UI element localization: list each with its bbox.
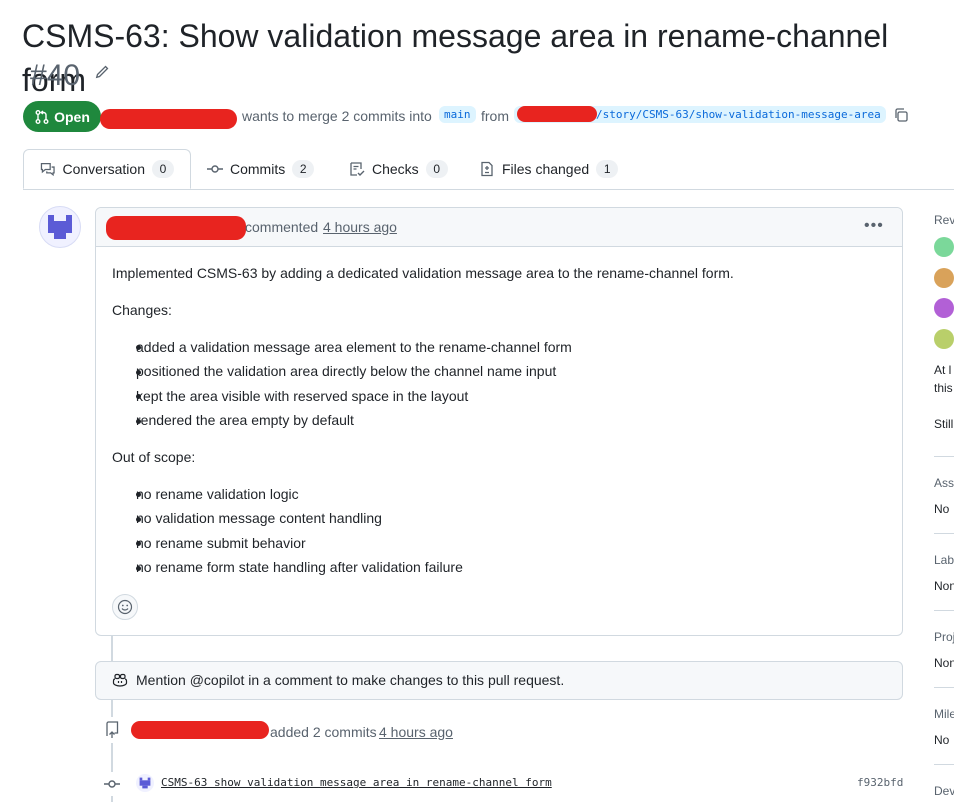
sidebar-divider (934, 533, 954, 534)
status-badge: Open (23, 101, 101, 132)
sidebar-divider (934, 456, 954, 457)
tab-counter: 0 (152, 160, 174, 178)
changes-list: added a validation message area element … (112, 337, 812, 437)
tab-counter: 2 (292, 160, 315, 178)
redacted-branch-owner (517, 106, 597, 122)
redacted-pusher (131, 721, 269, 739)
pr-tabs: Conversation 0 Commits 2 Checks 0 Files … (23, 149, 954, 190)
sidebar-milestone-label: Mile (934, 707, 954, 721)
avatar (934, 329, 954, 349)
tab-label: Checks (372, 161, 419, 177)
repo-push-icon (106, 721, 119, 738)
sidebar-assignees-label: Ass (934, 476, 954, 490)
avatar[interactable] (136, 774, 154, 792)
sidebar-projects-label: Proj (934, 630, 954, 644)
checklist-icon (350, 162, 365, 176)
comment-time[interactable]: 4 hours ago (323, 219, 397, 235)
merge-text: wants to merge 2 commits into (242, 108, 432, 124)
tab-files-changed[interactable]: Files changed 1 (479, 149, 619, 189)
comment-action: commented (245, 219, 319, 235)
list-item: no rename validation logic (136, 486, 299, 502)
out-of-scope-heading: Out of scope: (112, 449, 196, 465)
copy-icon[interactable] (893, 107, 909, 123)
sidebar-reviewers-label: Rev (934, 213, 954, 227)
tab-commits[interactable]: Commits 2 (207, 149, 315, 189)
review-note: this (934, 381, 953, 395)
commit-icon (104, 780, 120, 788)
base-branch[interactable]: main (439, 106, 476, 123)
commit-row: CSMS-63 show validation message area in … (99, 772, 903, 796)
review-note: At l (934, 363, 952, 377)
sidebar-labels-value: Non (934, 579, 954, 593)
sidebar-divider (934, 764, 954, 765)
list-item: no rename submit behavior (136, 535, 306, 551)
commit-sha[interactable]: f932bfd (857, 776, 903, 789)
pr-number: #40 (30, 59, 81, 92)
timeline-event (99, 717, 125, 743)
avatar (934, 268, 954, 288)
commits-time[interactable]: 4 hours ago (379, 724, 453, 740)
conversation-icon (40, 163, 55, 177)
sidebar-labels-label: Lab (934, 553, 954, 567)
avatar (934, 298, 954, 318)
redacted-author (100, 109, 237, 129)
tab-label: Files changed (502, 161, 590, 177)
tab-counter: 0 (425, 160, 448, 178)
tab-checks[interactable]: Checks 0 (349, 149, 448, 189)
sidebar-projects-value: Non (934, 656, 954, 670)
avatar[interactable] (39, 206, 81, 248)
comment-header: commented 4 hours ago ••• (96, 208, 902, 247)
tab-counter: 1 (596, 160, 619, 178)
add-reaction-button[interactable] (112, 594, 138, 620)
copilot-text: Mention @copilot in a comment to make ch… (136, 672, 565, 688)
smiley-icon (117, 599, 133, 615)
from-text: from (481, 108, 509, 124)
pr-description-comment: commented 4 hours ago ••• Implemented CS… (95, 207, 903, 636)
commit-icon (207, 165, 223, 173)
copilot-icon (112, 673, 128, 687)
list-item: no validation message content handling (136, 510, 382, 526)
avatar (934, 237, 954, 257)
sidebar-development-label: Dev (934, 784, 954, 798)
sidebar-assignees-value: No (934, 502, 950, 516)
pencil-icon[interactable] (94, 64, 110, 80)
sidebar-divider (934, 687, 954, 688)
tab-label: Conversation (62, 161, 146, 177)
tab-label: Commits (230, 161, 286, 177)
status-label: Open (54, 108, 90, 125)
file-diff-icon (481, 161, 493, 177)
out-of-scope-list: no rename validation logic no validation… (112, 484, 812, 584)
pull-request-icon (35, 109, 49, 124)
comment-intro: Implemented CSMS-63 by adding a dedicate… (112, 265, 734, 281)
review-note: Still (934, 417, 954, 431)
list-item: positioned the validation area directly … (136, 363, 557, 379)
commits-action: added 2 commits (270, 724, 377, 740)
changes-heading: Changes: (112, 302, 172, 318)
copilot-tip: Mention @copilot in a comment to make ch… (95, 661, 903, 700)
sidebar-divider (934, 610, 954, 611)
redacted-commenter (106, 216, 246, 240)
list-item: added a validation message area element … (136, 339, 572, 355)
commit-message[interactable]: CSMS-63 show validation message area in … (161, 776, 552, 789)
pr-title: CSMS-63: Show validation message area in… (22, 18, 889, 98)
list-item: no rename form state handling after vali… (136, 559, 463, 575)
tab-conversation[interactable]: Conversation 0 (23, 149, 191, 189)
more-options-icon[interactable]: ••• (864, 217, 884, 235)
sidebar-milestone-value: No (934, 733, 950, 747)
list-item: kept the area visible with reserved spac… (136, 388, 469, 404)
list-item: rendered the area empty by default (136, 412, 354, 428)
